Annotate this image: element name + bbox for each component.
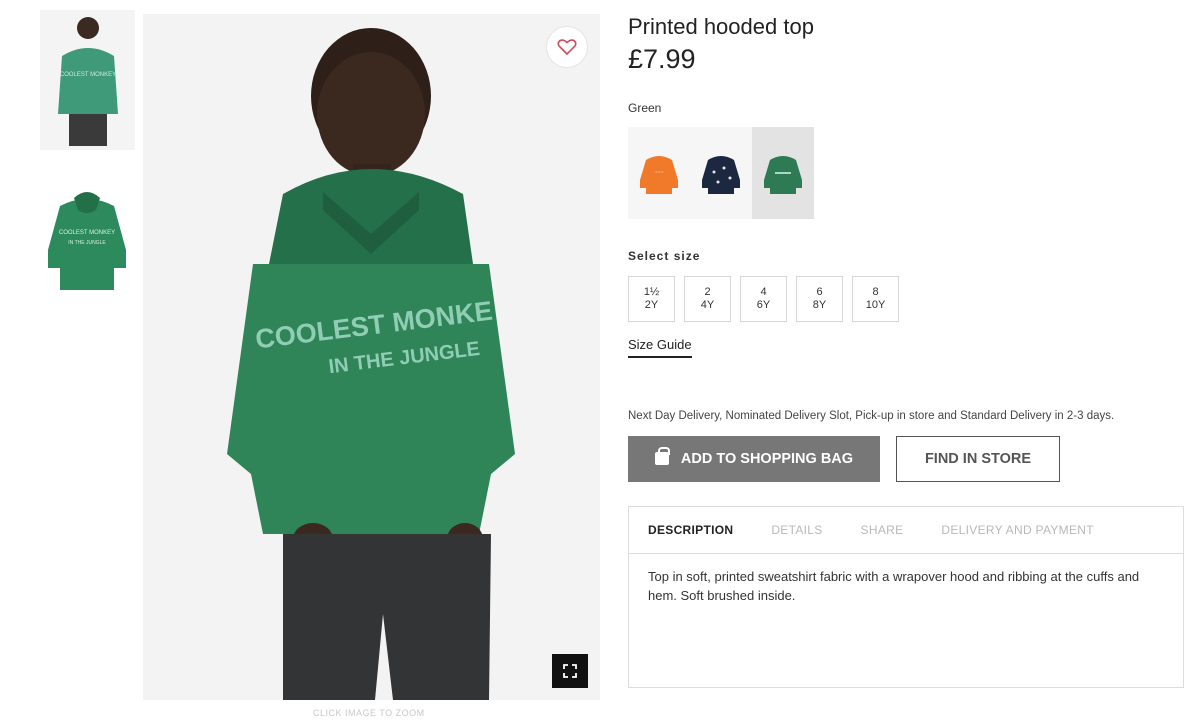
heart-icon xyxy=(557,39,577,56)
size-option[interactable]: 2 4Y xyxy=(684,276,731,322)
thumbnail-model[interactable]: COOLEST MONKEY xyxy=(40,10,135,150)
size-bottom: 8Y xyxy=(812,299,827,311)
action-buttons: ADD TO SHOPPING BAG FIND IN STORE xyxy=(628,436,1188,482)
fullscreen-button[interactable] xyxy=(552,654,588,688)
size-top: 6 xyxy=(816,286,823,298)
svg-text:IN THE JUNGLE: IN THE JUNGLE xyxy=(68,240,106,246)
add-to-bag-label: ADD TO SHOPPING BAG xyxy=(680,451,854,467)
tab-share[interactable]: SHARE xyxy=(861,523,904,537)
selected-color-label: Green xyxy=(628,101,662,115)
size-top: 1½ xyxy=(643,286,660,298)
swatch-navy[interactable] xyxy=(690,127,752,219)
description-text: Top in soft, printed sweatshirt fabric w… xyxy=(648,569,1140,603)
click-to-zoom-hint: CLICK IMAGE TO ZOOM xyxy=(313,708,425,718)
product-tabs-panel: DESCRIPTION DETAILS SHARE DELIVERY AND P… xyxy=(628,506,1184,688)
model-photo: COOLEST MONKE IN THE JUNGLE xyxy=(227,28,515,700)
select-size-label: Select size xyxy=(628,249,701,263)
find-in-store-button[interactable]: FIND IN STORE xyxy=(896,436,1060,482)
tab-delivery-payment[interactable]: DELIVERY AND PAYMENT xyxy=(941,523,1094,537)
size-bottom: 2Y xyxy=(644,299,659,311)
svg-text:COOLEST MONKEY: COOLEST MONKEY xyxy=(59,230,115,236)
size-guide-link[interactable]: Size Guide xyxy=(628,337,692,358)
main-product-image[interactable]: COOLEST MONKE IN THE JUNGLE xyxy=(143,14,600,700)
wishlist-button[interactable] xyxy=(546,26,588,68)
size-option[interactable]: 1½ 2Y xyxy=(628,276,675,322)
tab-bar: DESCRIPTION DETAILS SHARE DELIVERY AND P… xyxy=(629,507,1183,554)
orange-hoodie-icon: ~~~ xyxy=(640,156,678,194)
size-option[interactable]: 6 8Y xyxy=(796,276,843,322)
product-info-panel: Printed hooded top £7.99 Green ~~~ Selec… xyxy=(628,12,1188,688)
size-option[interactable]: 4 6Y xyxy=(740,276,787,322)
delivery-info: Next Day Delivery, Nominated Delivery Sl… xyxy=(628,410,1115,422)
product-thumbnail-image: COOLEST MONKEY IN THE JUNGLE xyxy=(48,192,126,290)
green-hoodie-icon xyxy=(764,156,802,194)
size-bottom: 6Y xyxy=(756,299,771,311)
thumbnail-product[interactable]: COOLEST MONKEY IN THE JUNGLE xyxy=(40,172,135,312)
tab-details[interactable]: DETAILS xyxy=(771,523,822,537)
tab-description[interactable]: DESCRIPTION xyxy=(648,523,733,537)
size-bottom: 4Y xyxy=(700,299,715,311)
product-price: £7.99 xyxy=(628,44,696,74)
model-thumbnail-image: COOLEST MONKEY xyxy=(58,17,118,146)
size-top: 8 xyxy=(872,286,879,298)
size-bottom: 10Y xyxy=(865,299,886,311)
svg-text:~~~: ~~~ xyxy=(655,170,664,176)
swatch-orange[interactable]: ~~~ xyxy=(628,127,690,219)
size-option[interactable]: 8 10Y xyxy=(852,276,899,322)
thumbnail-list: COOLEST MONKEY COOLEST MONKEY IN THE JUN… xyxy=(40,10,135,334)
size-top: 4 xyxy=(760,286,767,298)
size-top: 2 xyxy=(704,286,711,298)
color-swatches: ~~~ xyxy=(628,127,1188,219)
swatch-green[interactable] xyxy=(752,127,814,219)
navy-hoodie-icon xyxy=(702,156,740,194)
size-options: 1½ 2Y 2 4Y 4 6Y 6 8Y 8 10Y xyxy=(628,276,1188,322)
add-to-bag-button[interactable]: ADD TO SHOPPING BAG xyxy=(628,436,880,482)
shopping-bag-icon xyxy=(654,446,670,465)
svg-text:COOLEST MONKEY: COOLEST MONKEY xyxy=(60,72,116,78)
expand-icon xyxy=(563,664,577,678)
product-title: Printed hooded top xyxy=(628,14,814,39)
